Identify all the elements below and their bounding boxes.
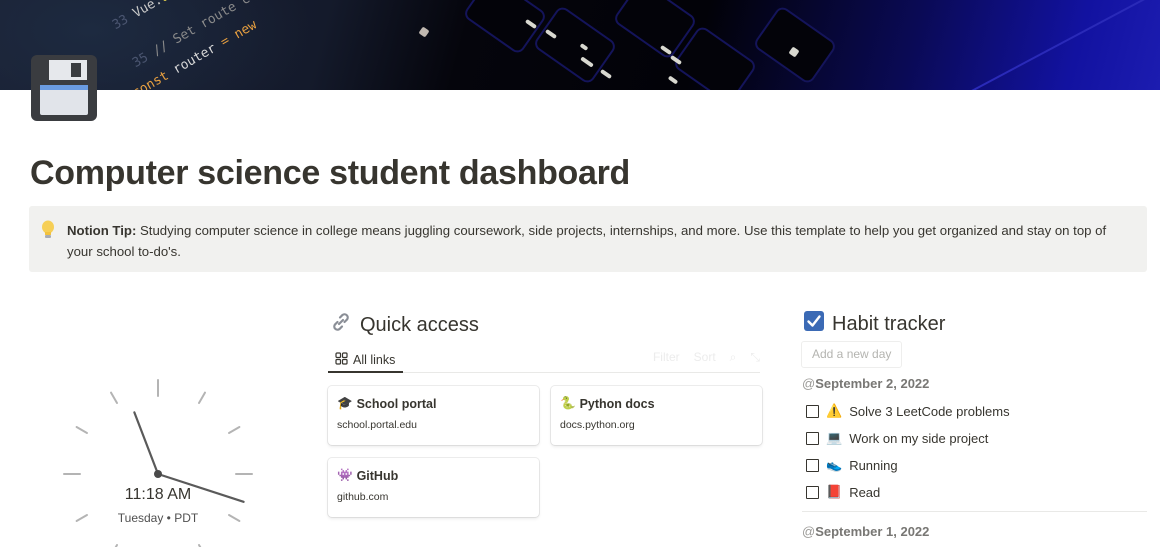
clock-tick [198, 391, 206, 404]
quick-access-heading: Quick access [330, 311, 479, 339]
card-url[interactable]: github.com [337, 491, 530, 503]
habit-checkbox[interactable] [806, 485, 819, 499]
gallery-icon [335, 351, 348, 368]
habit-item[interactable]: 📕 Read [806, 484, 880, 500]
habit-label: Read [849, 484, 881, 500]
notion-tip-callout[interactable]: Notion Tip: Studying computer science in… [29, 206, 1147, 272]
add-new-day-button[interactable]: Add a new day [801, 341, 903, 368]
graduation-cap-icon: 🎓 [337, 396, 353, 410]
date-text: September 1, 2022 [815, 524, 930, 539]
quick-access-title: Quick access [360, 313, 479, 336]
keyboard-key [751, 4, 839, 86]
expand-icon[interactable]: ⤡ [750, 350, 760, 365]
day-divider [802, 511, 1147, 512]
key-glyph [667, 75, 679, 85]
habit-label: Running [849, 457, 898, 473]
book-icon: 📕 [826, 484, 843, 499]
card-title: Python docs [579, 396, 655, 411]
clock-center [154, 470, 162, 478]
habit-label: Work on my side project [849, 430, 989, 446]
search-icon[interactable]: ⌕ [730, 350, 737, 365]
checkbox-checked-icon [804, 311, 824, 337]
cover-image: 33 Vue.use(V 35 // Set route con const r… [0, 0, 1160, 90]
clock-widget: 11:18 AM Tuesday • PDT [58, 372, 258, 547]
lightbulb-icon [40, 220, 56, 240]
habit-checkbox[interactable] [806, 404, 819, 418]
mention-at: @ [802, 524, 816, 539]
key-glyph [418, 26, 430, 38]
running-shoe-icon: 👟 [826, 457, 843, 472]
habit-tracker-title: Habit tracker [832, 312, 946, 335]
snake-icon: 🐍 [560, 396, 576, 410]
habit-checkbox[interactable] [806, 431, 819, 445]
mention-at: @ [802, 376, 816, 391]
laptop-icon: 💻 [826, 430, 843, 445]
quick-access-view-bar: All links Filter Sort ⌕ ⤡ [328, 344, 760, 373]
laptop-edge [839, 0, 1160, 90]
clock-day-zone: Tuesday • PDT [117, 511, 199, 525]
habit-checkbox[interactable] [806, 458, 819, 472]
tab-label: All links [353, 352, 396, 367]
key-glyph [599, 68, 613, 80]
link-card-python-docs[interactable]: 🐍 Python docs docs.python.org [551, 386, 762, 445]
clock-tick [75, 426, 88, 434]
habit-tracker-heading: Habit tracker [804, 311, 945, 337]
warning-icon: ⚠️ [826, 403, 843, 418]
habit-item[interactable]: 👟 Running [806, 457, 898, 473]
link-card-github[interactable]: 👾 GitHub github.com [328, 458, 539, 517]
link-card-school-portal[interactable]: 🎓 School portal school.portal.edu [328, 386, 539, 445]
clock-hour-hand [133, 411, 160, 476]
day-date[interactable]: @September 1, 2022 [802, 524, 929, 539]
filter-button[interactable]: Filter [653, 350, 680, 365]
card-url[interactable]: school.portal.edu [337, 419, 530, 431]
card-title: GitHub [356, 468, 399, 483]
link-icon [330, 311, 352, 339]
clock-tick [228, 426, 241, 434]
clock-tick [110, 391, 118, 404]
day-date[interactable]: @September 2, 2022 [802, 376, 929, 391]
habit-item[interactable]: 💻 Work on my side project [806, 430, 988, 446]
page-title[interactable]: Computer science student dashboard [30, 154, 630, 193]
card-url[interactable]: docs.python.org [560, 419, 753, 431]
callout-text: Studying computer science in college mea… [67, 223, 1107, 259]
view-tools: Filter Sort ⌕ ⤡ [653, 350, 760, 365]
habit-label: Solve 3 LeetCode problems [849, 403, 1010, 419]
habit-item[interactable]: ⚠️ Solve 3 LeetCode problems [806, 403, 1010, 419]
sort-button[interactable]: Sort [694, 350, 716, 365]
floppy-disk-icon[interactable] [31, 55, 97, 121]
space-invader-icon: 👾 [337, 468, 353, 482]
card-title: School portal [356, 396, 437, 411]
callout-label: Notion Tip: [67, 223, 137, 238]
date-text: September 2, 2022 [815, 376, 930, 391]
tab-all-links[interactable]: All links [328, 344, 404, 373]
clock-time: 11:18 AM [124, 486, 192, 503]
